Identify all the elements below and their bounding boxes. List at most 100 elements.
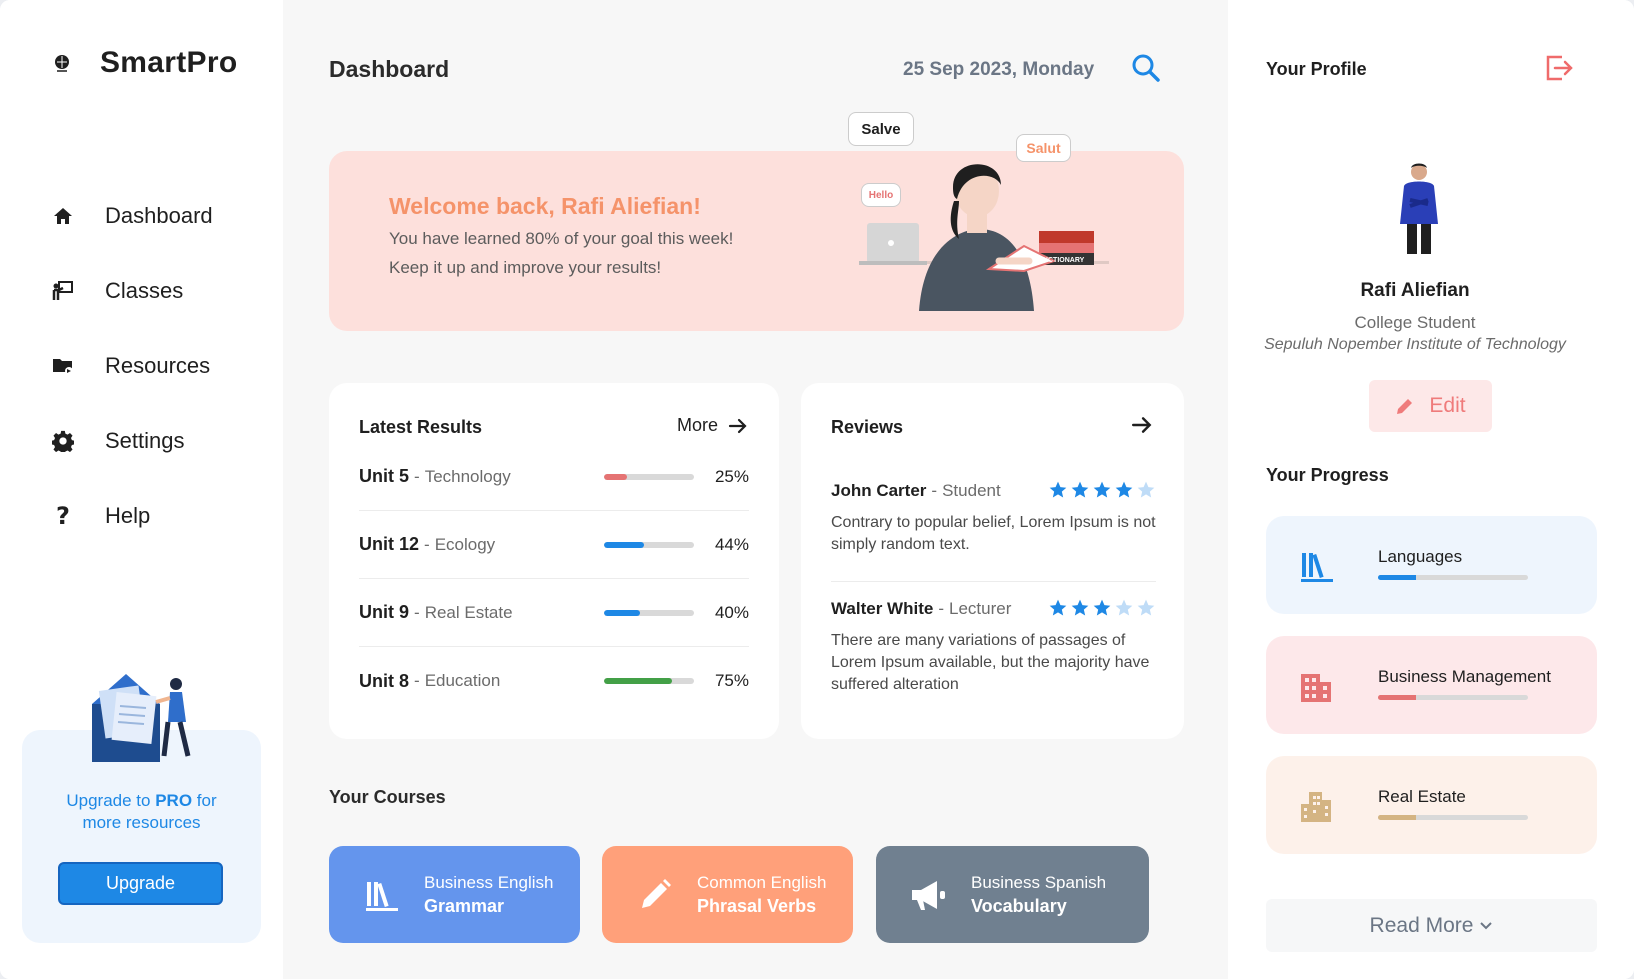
result-separator: -: [414, 602, 420, 622]
home-icon: [50, 203, 76, 229]
result-topic: Ecology: [434, 534, 496, 554]
more-link[interactable]: More: [677, 415, 748, 436]
profile-title: Your Profile: [1266, 59, 1367, 79]
edit-profile-button[interactable]: Edit: [1369, 380, 1492, 432]
upgrade-text-prefix: Upgrade to: [66, 791, 156, 810]
sidebar-item-classes[interactable]: Classes: [50, 253, 213, 328]
progress-bar: [1378, 815, 1528, 820]
reviewer-role: Student: [942, 481, 1001, 500]
building-icon: [1301, 674, 1331, 702]
result-topic: Real Estate: [424, 602, 513, 622]
gear-icon: [50, 428, 76, 454]
help-icon: ?: [56, 501, 70, 530]
reviews-card: Reviews John Carter - Student Contrary t…: [801, 383, 1184, 739]
progress-name: Languages: [1378, 547, 1463, 566]
upgrade-text-suffix: for: [192, 791, 217, 810]
sidebar: SmartPro Dashboard Classes Resources Set…: [0, 0, 283, 979]
page-title: Dashboard: [329, 56, 450, 82]
sidebar-item-label: Help: [105, 502, 151, 528]
progress-card-business-management[interactable]: Business Management: [1266, 636, 1597, 734]
upgrade-text-line2: more resources: [82, 813, 201, 832]
progress-bar: [1378, 575, 1528, 580]
logout-icon[interactable]: [1544, 53, 1574, 83]
upgrade-button[interactable]: Upgrade: [58, 862, 223, 905]
reviewer-role: Lecturer: [949, 599, 1012, 618]
latest-results-title: Latest Results: [359, 417, 483, 437]
result-percent: 40%: [714, 602, 749, 622]
main-content: Dashboard 25 Sep 2023, Monday Welcome ba…: [283, 0, 1228, 979]
star-rating: [1048, 598, 1156, 623]
star-filled-icon: [1070, 598, 1090, 623]
courses-title: Your Courses: [329, 787, 446, 807]
result-topic: Technology: [424, 466, 511, 486]
sidebar-item-resources[interactable]: Resources: [50, 328, 213, 403]
profile-name: Rafi Aliefian: [1360, 280, 1470, 301]
sidebar-item-label: Resources: [105, 352, 211, 378]
result-percent: 44%: [714, 534, 749, 554]
current-date: 25 Sep 2023, Monday: [903, 59, 1095, 80]
course-card-grammar[interactable]: Business English Grammar: [329, 846, 580, 943]
speech-bubble-hello: Hello: [861, 183, 901, 207]
upgrade-illustration: [92, 674, 191, 762]
search-icon[interactable]: [1131, 53, 1161, 83]
star-empty-icon: [1136, 480, 1156, 505]
progress-card-languages[interactable]: Languages: [1266, 516, 1597, 614]
result-separator: -: [414, 671, 420, 690]
result-row[interactable]: Unit 12 - Ecology 44%: [359, 511, 749, 579]
result-unit: Unit 9: [359, 602, 410, 622]
result-progress-bar: [604, 473, 694, 480]
welcome-title: Welcome back, Rafi Aliefian!: [389, 193, 701, 219]
edit-label: Edit: [1429, 394, 1466, 417]
course-name: Phrasal Verbs: [697, 895, 817, 916]
result-percent: 25%: [714, 466, 749, 486]
megaphone-icon: [909, 875, 949, 915]
star-empty-icon: [1114, 598, 1134, 623]
arrow-right-icon: [728, 418, 747, 433]
review-item: John Carter - Student Contrary to popula…: [831, 478, 1156, 556]
sidebar-item-settings[interactable]: Settings: [50, 403, 213, 478]
progress-fill: [1378, 695, 1416, 700]
course-card-vocabulary[interactable]: Business Spanish Vocabulary: [876, 846, 1149, 943]
star-filled-icon: [1092, 480, 1112, 505]
upgrade-text: Upgrade to PRO for more resources: [22, 790, 261, 834]
welcome-line-1: You have learned 80% of your goal this w…: [389, 229, 734, 248]
result-progress-bar: [604, 541, 694, 548]
course-card-phrasal-verbs[interactable]: Common English Phrasal Verbs: [602, 846, 853, 943]
result-unit: Unit 12: [359, 534, 420, 554]
sidebar-item-label: Classes: [105, 277, 184, 303]
arrow-right-icon[interactable]: [1131, 414, 1153, 436]
city-icon: [1301, 792, 1331, 822]
result-row[interactable]: Unit 8 - Education 75%: [359, 647, 749, 715]
reviewer-name: Walter White: [831, 599, 934, 618]
result-topic: Education: [424, 671, 501, 690]
review-item: Walter White - Lecturer There are many v…: [831, 596, 1156, 696]
reviewer-separator: -: [938, 599, 944, 618]
brand[interactable]: SmartPro: [50, 46, 237, 80]
reviewer-name: John Carter: [831, 481, 927, 500]
result-separator: -: [414, 466, 420, 486]
result-separator: -: [424, 534, 430, 554]
profile-institution: Sepuluh Nopember Institute of Technology: [1264, 336, 1566, 353]
star-filled-icon: [1092, 598, 1112, 623]
more-label: More: [677, 415, 719, 435]
read-more-button[interactable]: Read More: [1266, 899, 1597, 952]
course-name: Vocabulary: [971, 895, 1067, 916]
upgrade-text-pro: PRO: [155, 791, 193, 810]
result-row[interactable]: Unit 5 - Technology 25%: [359, 443, 749, 511]
brand-name: SmartPro: [100, 46, 238, 79]
logo-icon: [50, 51, 74, 75]
result-row[interactable]: Unit 9 - Real Estate 40%: [359, 579, 749, 647]
sidebar-item-help[interactable]: ? Help: [50, 478, 213, 553]
books-icon: [362, 875, 402, 915]
books-icon: [1301, 553, 1333, 582]
result-progress-fill: [604, 678, 672, 684]
result-unit: Unit 8: [359, 670, 410, 691]
sidebar-item-dashboard[interactable]: Dashboard: [50, 178, 213, 253]
result-progress-bar: [604, 678, 694, 684]
progress-card-real-estate[interactable]: Real Estate: [1266, 756, 1597, 854]
result-progress-fill: [604, 541, 644, 548]
progress-name: Real Estate: [1378, 787, 1466, 806]
star-empty-icon: [1136, 598, 1156, 623]
chevron-down-icon: [1480, 921, 1493, 929]
profile-panel: Your Profile Rafi Aliefian College Stude…: [1228, 0, 1634, 979]
